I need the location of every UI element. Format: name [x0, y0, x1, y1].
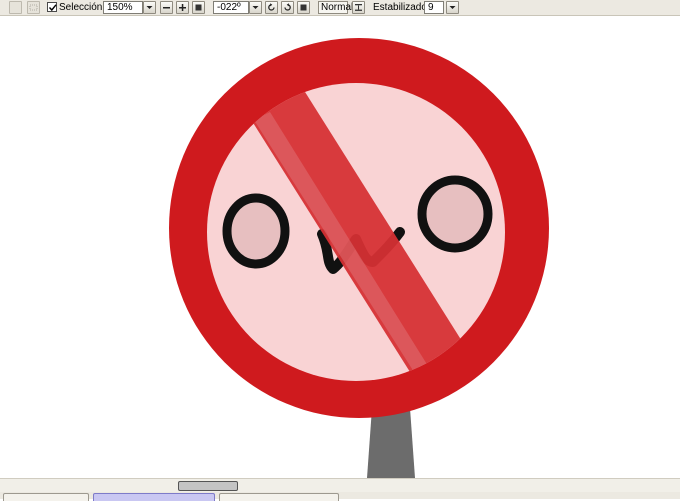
rotation-reset-button[interactable] [297, 1, 310, 14]
chevron-down-icon [252, 6, 259, 9]
selection-checkbox[interactable] [47, 2, 57, 12]
chevron-down-icon [449, 6, 456, 9]
minus-icon [163, 7, 170, 9]
scrollbar-thumb[interactable] [178, 481, 238, 491]
blend-mode-select[interactable]: Normal [318, 1, 353, 14]
stabilizer-label: Estabilizador [373, 2, 431, 13]
tool-options-bar: Selección 150% -022º Normal Estabilizado… [0, 0, 680, 16]
panel-tab-3[interactable] [219, 493, 339, 501]
panel-tab-2[interactable] [93, 493, 215, 501]
zoom-in-button[interactable] [176, 1, 189, 14]
rotate-ccw-icon [268, 3, 275, 11]
stabilizer-field[interactable]: 9 [424, 1, 444, 14]
square-icon [195, 4, 202, 11]
right-eye [417, 175, 493, 253]
rotation-field[interactable]: -022º [213, 1, 249, 14]
selection-options-icon [29, 4, 38, 11]
deselect-button[interactable] [9, 1, 22, 14]
flip-canvas-button[interactable] [352, 1, 365, 14]
selection-options-button[interactable] [27, 1, 40, 14]
rotate-cw-icon [284, 3, 291, 11]
zoom-dropdown-button[interactable] [143, 1, 156, 14]
left-eye [222, 193, 290, 269]
selection-label: Selección [59, 2, 103, 13]
panel-tabs [0, 492, 680, 501]
horizontal-scrollbar[interactable] [0, 478, 680, 492]
chevron-down-icon [146, 6, 153, 9]
square-icon [300, 4, 307, 11]
panel-tab-1[interactable] [3, 493, 89, 501]
rotate-left-button[interactable] [265, 1, 278, 14]
checkmark-icon [48, 4, 57, 12]
flip-horizontal-icon [355, 4, 362, 11]
artwork [169, 38, 549, 478]
rotation-dropdown-button[interactable] [249, 1, 262, 14]
zoom-out-button[interactable] [160, 1, 173, 14]
plus-icon [179, 4, 186, 11]
drawing-canvas[interactable] [0, 16, 680, 478]
deselect-icon [10, 2, 21, 13]
zoom-reset-button[interactable] [192, 1, 205, 14]
rotate-right-button[interactable] [281, 1, 294, 14]
stabilizer-dropdown-button[interactable] [446, 1, 459, 14]
sign-pole [367, 408, 415, 478]
zoom-field[interactable]: 150% [103, 1, 143, 14]
